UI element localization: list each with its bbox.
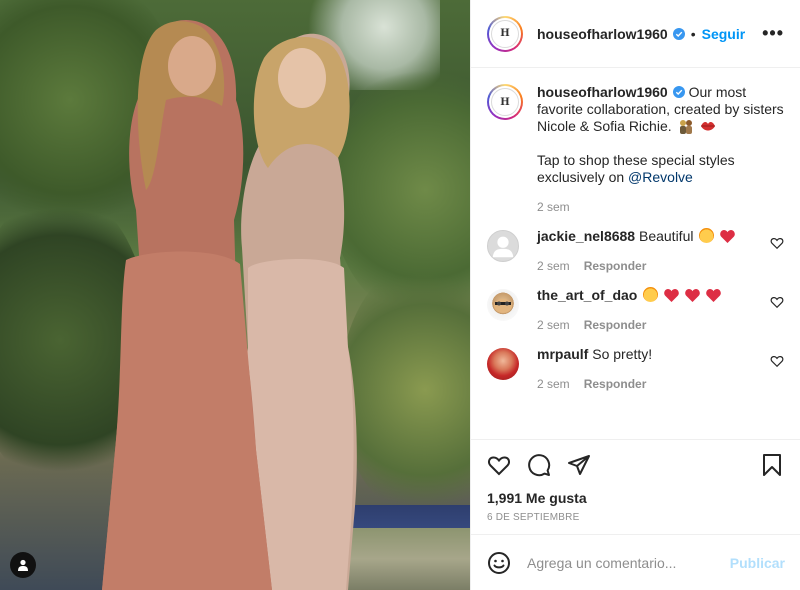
more-options-button[interactable]: ••• <box>762 23 784 44</box>
comment-time[interactable]: 2 sem <box>537 318 570 332</box>
cat-avatar-icon <box>494 299 512 313</box>
follow-button[interactable]: Seguir <box>702 26 746 42</box>
separator-dot: • <box>690 25 696 42</box>
comment-text: jackie_nel8688 Beautiful <box>537 228 760 245</box>
comment-username[interactable]: jackie_nel8688 <box>537 228 635 244</box>
comment-bubble-icon[interactable] <box>527 453 551 477</box>
verified-badge-icon <box>672 27 685 40</box>
star-struck-emoji-icon <box>643 287 659 302</box>
comment-meta: 2 sem Responder <box>537 377 760 391</box>
red-heart-emoji-icon <box>685 289 700 302</box>
user-tag-button[interactable] <box>10 552 36 578</box>
caption-text: houseofharlow1960 Our most favorite coll… <box>537 84 784 186</box>
comment-item: mrpaulf So pretty! 2 sem Responder <box>487 346 784 391</box>
post-photo[interactable] <box>0 0 470 590</box>
user-tag-icon <box>18 559 28 571</box>
red-heart-emoji-icon <box>664 289 679 302</box>
share-paper-plane-icon[interactable] <box>567 453 591 477</box>
caption-time[interactable]: 2 sem <box>537 200 570 214</box>
red-heart-emoji-icon <box>720 230 736 243</box>
instagram-post: H houseofharlow1960 • Seguir ••• H house… <box>0 0 800 590</box>
post-header: H houseofharlow1960 • Seguir ••• <box>471 0 800 68</box>
commenter-avatar[interactable] <box>487 348 519 380</box>
like-count[interactable]: 1,991 Me gusta <box>471 490 800 506</box>
caption-meta: 2 sem <box>537 200 784 214</box>
star-struck-emoji-icon <box>699 228 715 243</box>
reply-button[interactable]: Responder <box>584 259 647 273</box>
emoji-smiley-icon[interactable] <box>487 551 511 575</box>
caption: H houseofharlow1960 Our most favorite co… <box>487 84 784 214</box>
women-emoji-icon <box>679 120 692 134</box>
comments-list[interactable]: H houseofharlow1960 Our most favorite co… <box>471 68 800 440</box>
reply-button[interactable]: Responder <box>584 318 647 332</box>
comment-body: So pretty! <box>592 346 653 362</box>
add-comment-bar: Publicar <box>471 534 800 590</box>
like-comment-heart-icon[interactable] <box>770 236 784 250</box>
comment-item: jackie_nel8688 Beautiful 2 sem Responder <box>487 228 784 273</box>
like-comment-heart-icon[interactable] <box>770 295 784 309</box>
post-date[interactable]: 6 DE SEPTIEMBRE <box>471 506 800 523</box>
comment-time[interactable]: 2 sem <box>537 259 570 273</box>
post-sidebar: H houseofharlow1960 • Seguir ••• H house… <box>470 0 800 590</box>
verified-badge-icon <box>672 86 685 98</box>
comment-username[interactable]: mrpaulf <box>537 346 588 362</box>
lips-emoji-icon <box>701 122 716 131</box>
author-avatar[interactable]: H <box>487 15 523 52</box>
comment-username[interactable]: the_art_of_dao <box>537 287 637 303</box>
woman-left-figure <box>102 20 272 590</box>
like-heart-icon[interactable] <box>487 453 511 477</box>
comment-time[interactable]: 2 sem <box>537 377 570 391</box>
action-bar <box>471 440 800 490</box>
comment-text: the_art_of_dao <box>537 287 760 304</box>
caption-username[interactable]: houseofharlow1960 <box>537 84 668 100</box>
comment-meta: 2 sem Responder <box>537 318 760 332</box>
commenter-avatar[interactable] <box>487 289 519 321</box>
red-heart-emoji-icon <box>706 289 721 302</box>
revolve-mention-link[interactable]: @Revolve <box>628 169 693 185</box>
brand-logo-icon: H <box>491 19 519 48</box>
author-username[interactable]: houseofharlow1960 <box>537 26 668 42</box>
brand-logo-icon: H <box>491 88 519 116</box>
comment-meta: 2 sem Responder <box>537 259 760 273</box>
caption-avatar[interactable]: H <box>487 84 523 120</box>
comment-item: the_art_of_dao 2 sem Responder <box>487 287 784 332</box>
reply-button[interactable]: Responder <box>584 377 647 391</box>
comment-text: mrpaulf So pretty! <box>537 346 760 363</box>
save-bookmark-icon[interactable] <box>760 453 784 477</box>
comment-input[interactable] <box>527 554 730 571</box>
commenter-avatar[interactable] <box>487 230 519 262</box>
publish-button[interactable]: Publicar <box>730 555 785 571</box>
like-comment-heart-icon[interactable] <box>770 354 784 368</box>
comment-body: Beautiful <box>638 228 694 244</box>
default-avatar-icon <box>492 236 514 258</box>
